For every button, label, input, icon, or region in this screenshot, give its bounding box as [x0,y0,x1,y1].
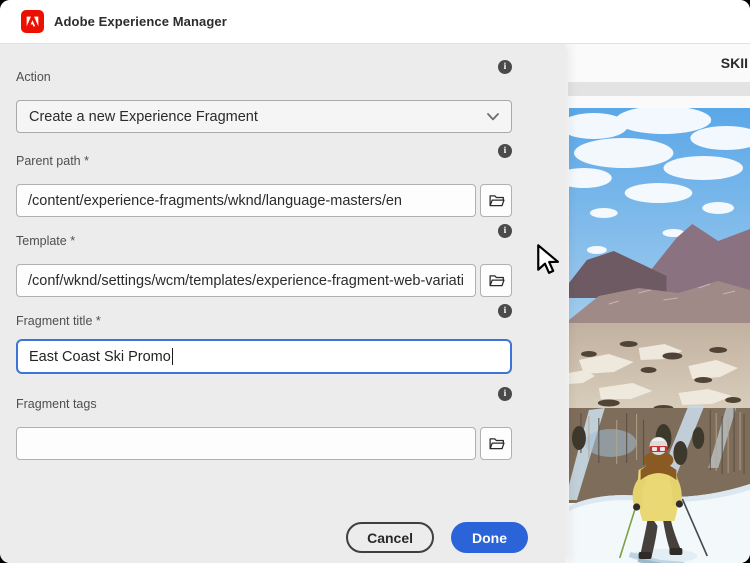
field-label-action: Action [16,70,51,84]
field-template: Template * [16,224,512,264]
field-fragment-title: Fragment title * [16,304,512,344]
done-button[interactable]: Done [451,522,528,553]
background-page: SKII [565,44,750,563]
fragment-title-value: East Coast Ski Promo [29,349,171,365]
info-icon[interactable] [498,144,512,158]
info-icon[interactable] [498,60,512,74]
ski-photo-illustration [569,108,750,563]
field-label-template: Template * [16,234,75,248]
app-title: Adobe Experience Manager [54,14,227,29]
folder-icon [488,193,505,208]
action-dropdown-value: Create a new Experience Fragment [29,109,258,125]
parent-path-browse-button[interactable] [480,184,512,217]
field-parent-path: Parent path * [16,144,512,184]
top-bar: Adobe Experience Manager [0,0,750,44]
folder-icon [488,273,505,288]
template-browse-button[interactable] [480,264,512,297]
dialog-buttons: Cancel Done [16,522,528,553]
info-icon[interactable] [498,387,512,401]
folder-icon [488,436,505,451]
template-row [16,264,512,297]
field-action: Action [16,60,512,100]
template-input[interactable] [16,264,476,297]
adobe-logo-icon [21,10,44,33]
info-icon[interactable] [498,304,512,318]
chevron-down-icon [487,113,499,121]
create-fragment-dialog: Action Create a new Experience Fragment … [0,44,565,563]
page-text-strip [568,82,750,96]
field-fragment-tags: Fragment tags [16,387,512,427]
field-label-fragment-title: Fragment title * [16,314,101,328]
parent-path-row [16,184,512,217]
field-label-parent-path: Parent path * [16,154,89,168]
cancel-button[interactable]: Cancel [346,522,434,553]
fragment-tags-browse-button[interactable] [480,427,512,460]
fragment-tags-row [16,427,512,460]
text-caret [172,348,174,365]
action-dropdown[interactable]: Create a new Experience Fragment [16,100,512,133]
field-label-fragment-tags: Fragment tags [16,397,97,411]
adobe-a-glyph [25,15,40,28]
ski-photo [569,108,750,563]
app-window: Adobe Experience Manager SKII [0,0,750,563]
screen: Adobe Experience Manager SKII [0,0,750,563]
parent-path-input[interactable] [16,184,476,217]
fragment-title-input[interactable]: East Coast Ski Promo [16,339,512,374]
page-heading: SKII [721,55,748,71]
fragment-tags-input[interactable] [16,427,476,460]
info-icon[interactable] [498,224,512,238]
